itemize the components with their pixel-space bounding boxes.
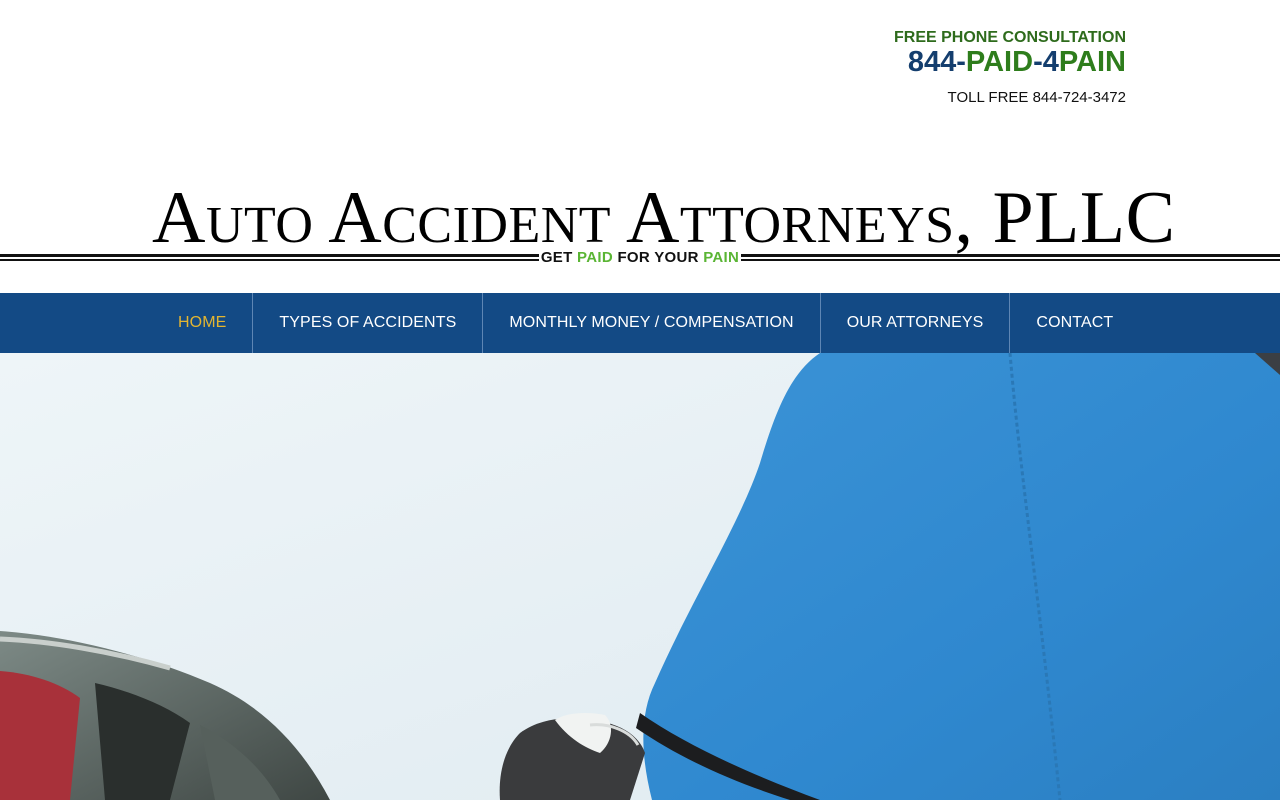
phone-part-4: PAIN (1058, 46, 1126, 78)
tagline: GET PAID FOR YOUR PAIN (0, 248, 1280, 268)
consultation-label: FREE PHONE CONSULTATION (894, 29, 1126, 46)
main-navigation: HOME TYPES OF ACCIDENTS MONTHLY MONEY / … (0, 293, 1280, 353)
hero-image (0, 353, 1280, 800)
tagline-part-1: GET (540, 249, 578, 266)
nav-item-monthly-money-compensation[interactable]: MONTHLY MONEY / COMPENSATION (483, 293, 821, 353)
hero-illustration (0, 353, 1280, 800)
tagline-part-2: PAID (577, 249, 613, 266)
nav-item-home[interactable]: HOME (152, 293, 254, 353)
phone-part-1: 844- (907, 46, 966, 78)
phone-part-3: -4 (1033, 46, 1059, 78)
toll-free-number[interactable]: TOLL FREE 844-724-3472 (894, 89, 1126, 106)
contact-block: FREE PHONE CONSULTATION 844-PAID-4PAIN T… (894, 28, 1126, 106)
vanity-phone-number[interactable]: 844-PAID-4PAIN (894, 47, 1126, 77)
site-logo-title[interactable]: Auto Accident Attorneys, PLLC (152, 178, 1175, 258)
nav-item-our-attorneys[interactable]: OUR ATTORNEYS (821, 293, 1011, 353)
nav-item-contact[interactable]: CONTACT (1010, 293, 1139, 353)
nav-item-types-of-accidents[interactable]: TYPES OF ACCIDENTS (253, 293, 484, 353)
tagline-part-3: FOR YOUR (612, 249, 704, 266)
phone-part-2: PAID (965, 46, 1034, 78)
tagline-part-4: PAIN (703, 249, 740, 266)
